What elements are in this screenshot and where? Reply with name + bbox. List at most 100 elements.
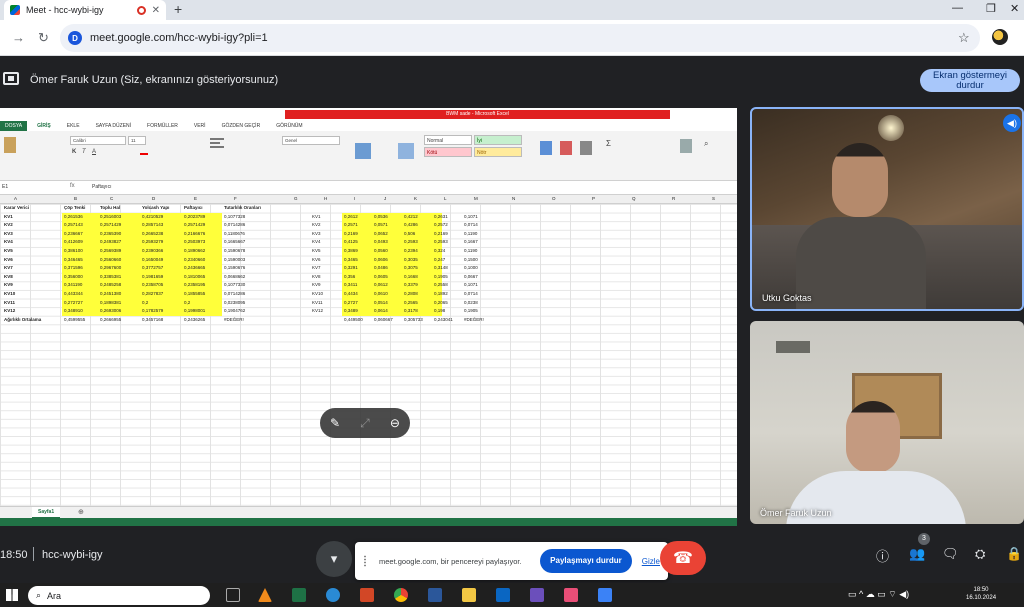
table-cell[interactable]: 0,3148: [434, 264, 448, 272]
table-cell[interactable]: 0,2827837: [142, 290, 163, 298]
activities-icon[interactable]: ⛭: [975, 546, 985, 562]
table-cell[interactable]: 0,2169: [434, 230, 448, 238]
table-cell[interactable]: 0,506: [404, 230, 415, 238]
table-cell[interactable]: 0,1855855: [184, 290, 205, 298]
table-cell[interactable]: 0,0605: [374, 273, 388, 281]
table-cell[interactable]: 0,371596: [64, 264, 83, 272]
table-cell[interactable]: KV6: [4, 256, 13, 264]
font-name-select[interactable]: Calibri: [70, 136, 126, 145]
table-cell[interactable]: 0,2166676: [184, 230, 205, 238]
table-cell[interactable]: KV3: [312, 230, 321, 238]
table-cell[interactable]: 0,1782579: [142, 307, 163, 315]
table-cell[interactable]: 0,0560: [374, 247, 388, 255]
table-cell[interactable]: 0,3869: [344, 247, 358, 255]
style-good[interactable]: İyi: [474, 135, 522, 145]
site-info-icon[interactable]: D: [68, 31, 82, 45]
table-cell[interactable]: 0,2436665: [184, 264, 205, 272]
table-cell[interactable]: 0,0667: [464, 273, 478, 281]
column-header-cell[interactable]: G: [294, 195, 298, 203]
column-header-cell[interactable]: H: [324, 195, 327, 203]
table-cell[interactable]: 0,2593279: [142, 238, 163, 246]
table-cell[interactable]: 0,2593: [434, 238, 448, 246]
table-cell[interactable]: KV8: [4, 273, 13, 281]
column-header-cell[interactable]: N: [512, 195, 515, 203]
table-cell[interactable]: 0,060667: [374, 316, 393, 324]
table-cell[interactable]: KV3: [4, 230, 13, 238]
table-cell[interactable]: 0,0714286: [224, 221, 245, 229]
host-controls-icon[interactable]: 🔒: [1006, 546, 1022, 562]
task-view-icon[interactable]: [226, 588, 240, 602]
column-header-cell[interactable]: R: [672, 195, 675, 203]
table-cell[interactable]: 0,1650049: [142, 256, 163, 264]
column-header-cell[interactable]: S: [712, 195, 715, 203]
pin-icon[interactable]: ✎: [330, 416, 340, 430]
column-header-cell[interactable]: L: [444, 195, 447, 203]
minus-circle-icon[interactable]: ⊖: [390, 416, 400, 430]
table-cell[interactable]: KV9: [4, 281, 13, 289]
table-cell[interactable]: 0,1180676: [224, 230, 245, 238]
excel-tab-file[interactable]: DOSYA: [0, 120, 28, 131]
excel-tab-insert[interactable]: EKLE: [67, 123, 80, 129]
info-icon[interactable]: ⓘ: [876, 546, 889, 565]
table-cell[interactable]: Tutarlılık Oranları: [224, 204, 261, 212]
people-icon[interactable]: 👥: [909, 546, 925, 562]
windows-start-icon[interactable]: [6, 589, 18, 601]
table-cell[interactable]: 0,243041: [434, 316, 453, 324]
participant-tile-utku[interactable]: Utku Goktas: [750, 107, 1024, 311]
table-cell[interactable]: 0,1000: [464, 264, 478, 272]
spreadsheet-grid[interactable]: Karar Verici Çöp Tenki Toplu Hal Yolcash Ya…: [0, 204, 737, 506]
table-cell[interactable]: 0,0606: [374, 256, 388, 264]
table-cell[interactable]: 0,324: [434, 247, 445, 255]
table-cell[interactable]: 0,2665238: [142, 230, 163, 238]
table-cell[interactable]: 0,2365390: [100, 230, 121, 238]
table-cell[interactable]: KV12: [312, 307, 323, 315]
table-cell[interactable]: 0,2693006: [100, 307, 121, 315]
table-cell[interactable]: Yolcash Yapı: [142, 204, 169, 212]
end-call-button[interactable]: ☎: [660, 541, 706, 575]
table-cell[interactable]: 0,3465: [344, 256, 358, 264]
style-normal[interactable]: Normal: [424, 135, 472, 145]
table-cell[interactable]: 0,1668: [404, 273, 418, 281]
table-cell[interactable]: KV7: [312, 264, 321, 272]
table-cell[interactable]: 0,2358195: [184, 281, 205, 289]
table-cell[interactable]: 0,0571: [374, 221, 388, 229]
table-cell[interactable]: 0,2571429: [184, 221, 205, 229]
column-header-cell[interactable]: B: [74, 195, 77, 203]
table-cell[interactable]: 0,2: [184, 299, 190, 307]
table-cell[interactable]: 0,341190: [64, 281, 82, 289]
table-cell[interactable]: 0,0714286: [224, 290, 245, 298]
table-cell[interactable]: 0,0612: [374, 281, 388, 289]
table-cell[interactable]: KV2: [4, 221, 13, 229]
name-box[interactable]: E1: [2, 184, 42, 190]
table-cell[interactable]: Ağırlıklı Ortalama: [4, 316, 41, 324]
find-select-icon[interactable]: ⌕: [704, 139, 708, 149]
table-cell[interactable]: 0,386100: [64, 247, 83, 255]
table-cell[interactable]: 0,3411: [344, 281, 357, 289]
table-cell[interactable]: 0,4286: [404, 221, 418, 229]
column-header-cell[interactable]: K: [414, 195, 417, 203]
table-cell[interactable]: #DEĞER!: [224, 316, 244, 324]
table-cell[interactable]: 0,0652: [374, 230, 388, 238]
table-cell[interactable]: 0,1892: [434, 290, 448, 298]
profile-avatar[interactable]: [992, 29, 1008, 45]
function-icon[interactable]: fx: [70, 183, 75, 189]
table-cell[interactable]: 0,2560660: [100, 256, 121, 264]
maximize-icon[interactable]: ❐: [986, 2, 996, 15]
excel-tab-page-layout[interactable]: SAYFA DÜZENİ: [96, 123, 131, 129]
table-cell[interactable]: 0,1981659: [142, 273, 163, 281]
stop-presenting-button[interactable]: Ekran göstermeyi durdur: [920, 69, 1020, 92]
column-header-cell[interactable]: P: [592, 195, 595, 203]
table-cell[interactable]: 0,1904762: [224, 307, 245, 315]
bookmark-star-icon[interactable]: ☆: [958, 30, 970, 46]
table-cell[interactable]: 0,443344: [64, 290, 83, 298]
italic-icon[interactable]: T: [82, 149, 86, 155]
table-cell[interactable]: 0,1071: [464, 213, 478, 221]
table-cell[interactable]: 0,412609: [64, 238, 83, 246]
file-explorer-icon[interactable]: [462, 588, 476, 602]
table-cell[interactable]: KV10: [4, 290, 15, 298]
table-cell[interactable]: 0,3075: [404, 264, 418, 272]
chat-icon[interactable]: 🗨: [942, 546, 959, 562]
table-cell[interactable]: 0,2451380: [100, 290, 121, 298]
table-cell[interactable]: 0,2808: [404, 290, 418, 298]
table-cell[interactable]: 0,1998001: [184, 307, 205, 315]
